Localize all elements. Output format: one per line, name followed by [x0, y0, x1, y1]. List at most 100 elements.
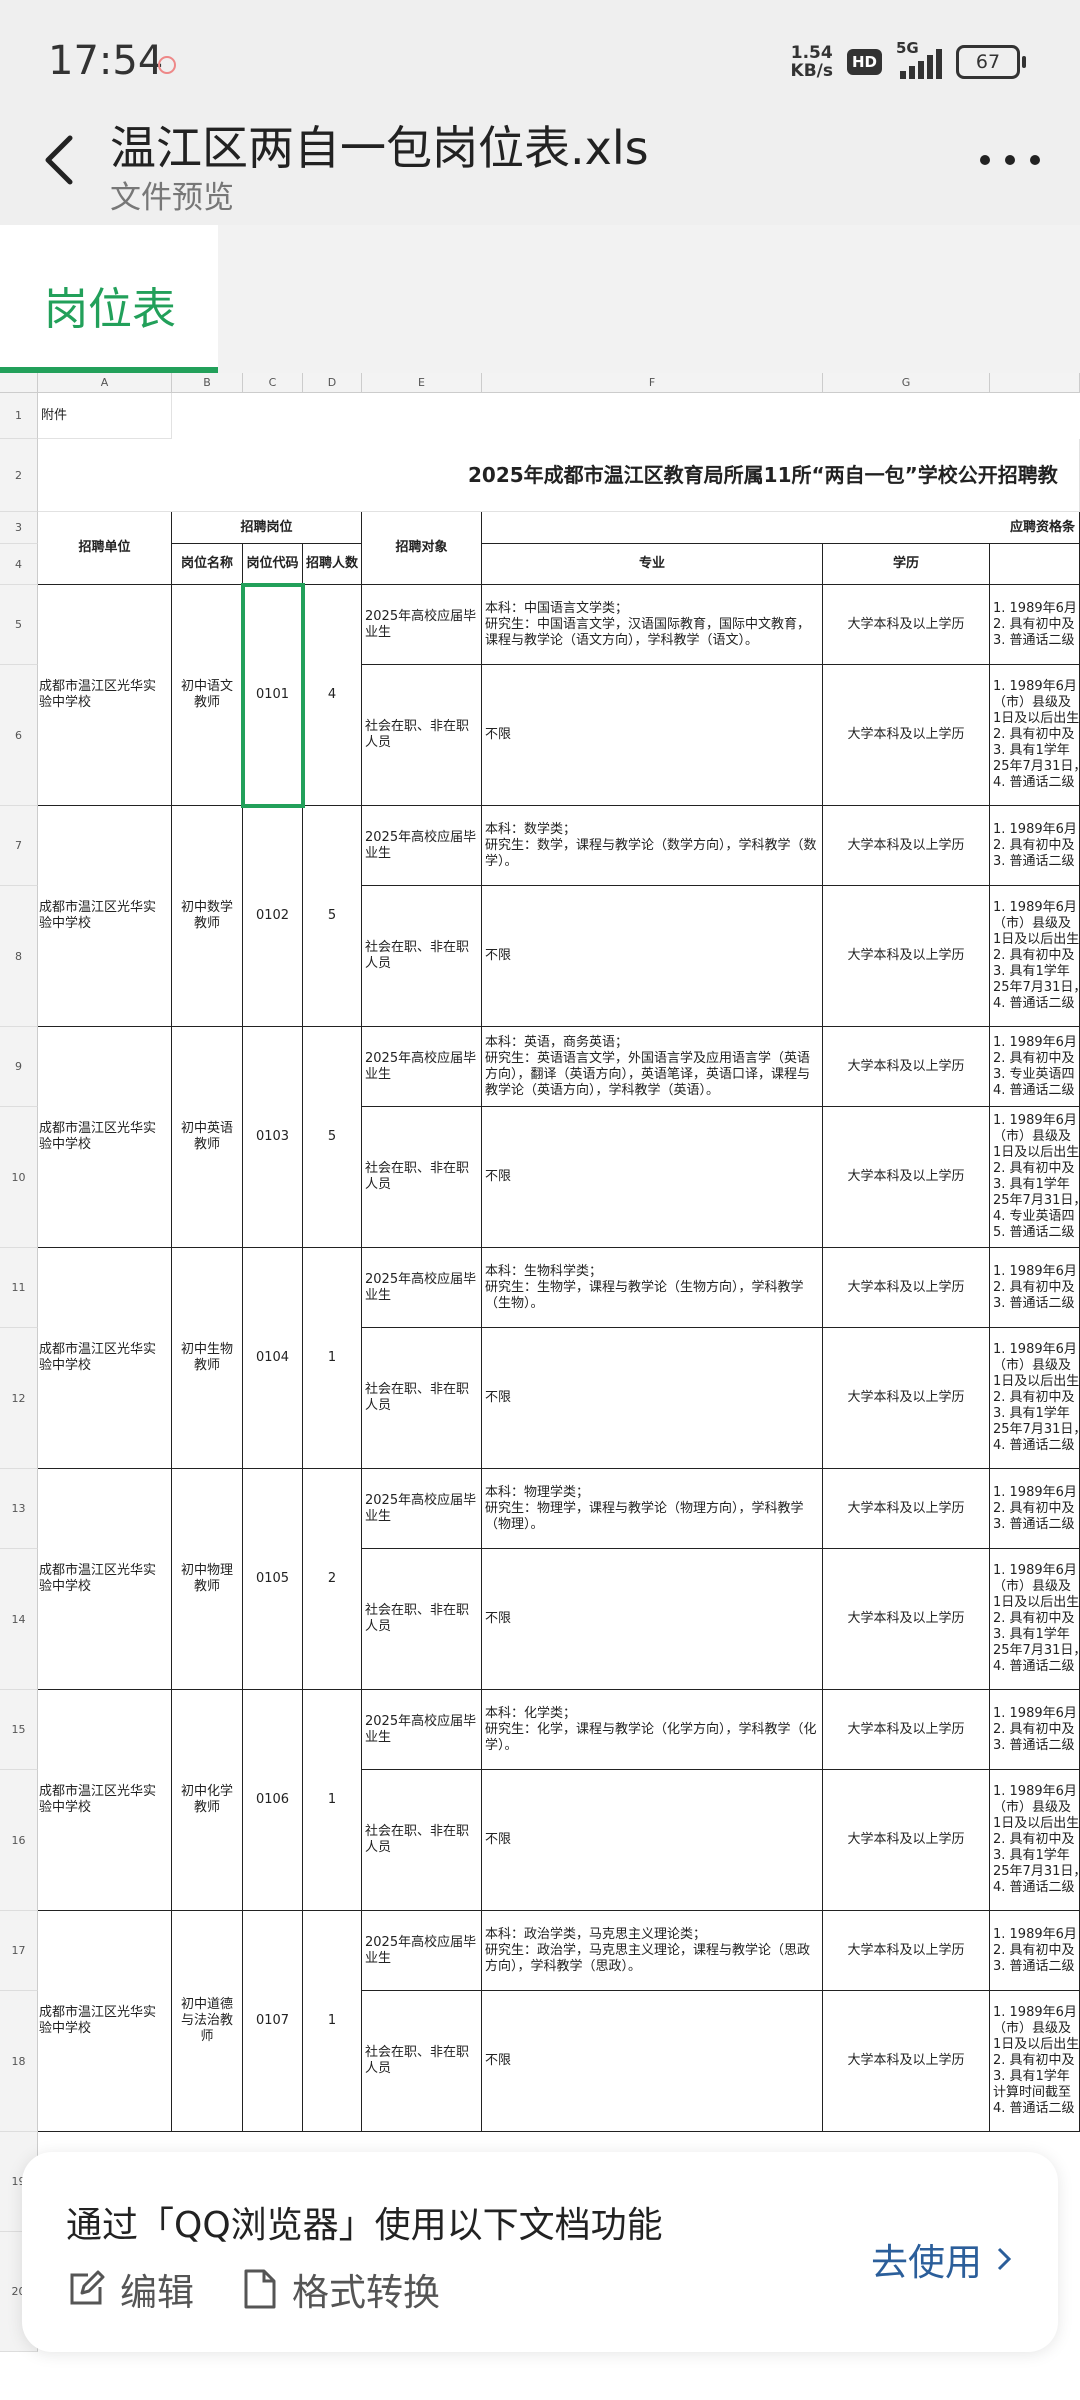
education-cell[interactable]: 大学本科及以上学历: [823, 1027, 990, 1107]
position-code-cell[interactable]: 0106: [243, 1690, 303, 1911]
hiring-count-cell[interactable]: 2: [303, 1469, 362, 1690]
education-cell[interactable]: 大学本科及以上学历: [823, 1690, 990, 1770]
requirements-cell[interactable]: 1. 1989年6月 2. 具有初中及 3. 普通话二级: [990, 1690, 1080, 1770]
position-code-cell[interactable]: 0104: [243, 1248, 303, 1469]
requirements-cell[interactable]: 1. 1989年6月 2. 具有初中及 3. 普通话二级: [990, 806, 1080, 886]
school-cell[interactable]: 成都市温江区光华实验中学校: [38, 1027, 172, 1248]
target-cell[interactable]: 2025年高校应届毕业生: [362, 1248, 482, 1328]
position-name-cell[interactable]: 初中生物教师: [172, 1248, 243, 1469]
sheet-tab[interactable]: 岗位表: [0, 225, 218, 373]
row-header[interactable]: 16: [0, 1770, 38, 1911]
requirements-cell[interactable]: 1. 1989年6月 （市）县级及 1日及以后出生 2. 具有初中及 3. 具有…: [990, 1770, 1080, 1911]
target-cell[interactable]: 2025年高校应届毕业生: [362, 1027, 482, 1107]
header-position[interactable]: 招聘岗位: [172, 512, 362, 544]
go-use-button[interactable]: 去使用: [871, 2232, 1014, 2286]
major-cell[interactable]: 不限: [482, 1549, 823, 1690]
education-cell[interactable]: 大学本科及以上学历: [823, 665, 990, 806]
header-position-code[interactable]: 岗位代码: [243, 544, 303, 585]
header-position-name[interactable]: 岗位名称: [172, 544, 243, 585]
education-cell[interactable]: 大学本科及以上学历: [823, 1911, 990, 1991]
target-cell[interactable]: 社会在职、非在职人员: [362, 1549, 482, 1690]
row-header[interactable]: 8: [0, 886, 38, 1027]
major-cell[interactable]: 不限: [482, 665, 823, 806]
position-name-cell[interactable]: 初中英语教师: [172, 1027, 243, 1248]
back-arrow-icon[interactable]: [36, 130, 86, 190]
row-header[interactable]: 15: [0, 1690, 38, 1770]
education-cell[interactable]: 大学本科及以上学历: [823, 806, 990, 886]
major-cell[interactable]: 本科：物理学类； 研究生：物理学，课程与教学论（物理方向），学科教学（物理）。: [482, 1469, 823, 1549]
requirements-cell[interactable]: 1. 1989年6月 （市）县级及 1日及以后出生 2. 具有初中及 3. 具有…: [990, 1107, 1080, 1248]
header-qualification[interactable]: 应聘资格条: [482, 512, 1080, 544]
school-cell[interactable]: 成都市温江区光华实验中学校: [38, 1911, 172, 2132]
hiring-count-cell[interactable]: 5: [303, 806, 362, 1027]
column-header[interactable]: C: [243, 373, 303, 393]
major-cell[interactable]: 本科：中国语言文学类； 研究生：中国语言文学，汉语国际教育，国际中文教育，课程与…: [482, 585, 823, 665]
edit-button[interactable]: 编辑: [66, 2262, 194, 2316]
sheet-title[interactable]: 2025年成都市温江区教育局所属11所“两自一包”学校公开招聘教: [38, 439, 1080, 512]
row-header[interactable]: 10: [0, 1107, 38, 1248]
major-cell[interactable]: 不限: [482, 1107, 823, 1248]
requirements-cell[interactable]: 1. 1989年6月 （市）县级及 1日及以后出生 2. 具有初中及 3. 具有…: [990, 1549, 1080, 1690]
major-cell[interactable]: 不限: [482, 886, 823, 1027]
target-cell[interactable]: 2025年高校应届毕业生: [362, 585, 482, 665]
position-name-cell[interactable]: 初中物理教师: [172, 1469, 243, 1690]
education-cell[interactable]: 大学本科及以上学历: [823, 1770, 990, 1911]
column-header[interactable]: E: [362, 373, 482, 393]
education-cell[interactable]: 大学本科及以上学历: [823, 1549, 990, 1690]
position-name-cell[interactable]: 初中化学教师: [172, 1690, 243, 1911]
target-cell[interactable]: 社会在职、非在职人员: [362, 665, 482, 806]
header-education[interactable]: 学历: [823, 544, 990, 585]
column-header[interactable]: G: [823, 373, 990, 393]
row-header[interactable]: 9: [0, 1027, 38, 1107]
education-cell[interactable]: 大学本科及以上学历: [823, 1107, 990, 1248]
major-cell[interactable]: 本科：政治学类，马克思主义理论类； 研究生：政治学，马克思主义理论，课程与教学论…: [482, 1911, 823, 1991]
major-cell[interactable]: 本科：化学类； 研究生：化学，课程与教学论（化学方向），学科教学（化学）。: [482, 1690, 823, 1770]
major-cell[interactable]: 不限: [482, 1328, 823, 1469]
row-header[interactable]: 2: [0, 439, 38, 512]
header-target[interactable]: 招聘对象: [362, 512, 482, 585]
target-cell[interactable]: 2025年高校应届毕业生: [362, 806, 482, 886]
target-cell[interactable]: 2025年高校应届毕业生: [362, 1469, 482, 1549]
hiring-count-cell[interactable]: 1: [303, 1248, 362, 1469]
row-header[interactable]: 18: [0, 1991, 38, 2132]
education-cell[interactable]: 大学本科及以上学历: [823, 1991, 990, 2132]
position-code-cell[interactable]: 0101: [243, 585, 303, 806]
column-header[interactable]: A: [38, 373, 172, 393]
column-header[interactable]: [990, 373, 1080, 393]
target-cell[interactable]: 社会在职、非在职人员: [362, 1107, 482, 1248]
position-code-cell[interactable]: 0107: [243, 1911, 303, 2132]
hiring-count-cell[interactable]: 4: [303, 585, 362, 806]
row-header[interactable]: 5: [0, 585, 38, 665]
target-cell[interactable]: 社会在职、非在职人员: [362, 1991, 482, 2132]
row-header[interactable]: 4: [0, 544, 38, 585]
more-options-icon[interactable]: [980, 150, 1040, 170]
school-cell[interactable]: 成都市温江区光华实验中学校: [38, 1248, 172, 1469]
target-cell[interactable]: 社会在职、非在职人员: [362, 1770, 482, 1911]
requirements-cell[interactable]: 1. 1989年6月 2. 具有初中及 3. 普通话二级: [990, 585, 1080, 665]
row-header[interactable]: 12: [0, 1328, 38, 1469]
column-header[interactable]: F: [482, 373, 823, 393]
school-cell[interactable]: 成都市温江区光华实验中学校: [38, 1690, 172, 1911]
education-cell[interactable]: 大学本科及以上学历: [823, 585, 990, 665]
position-code-cell[interactable]: 0105: [243, 1469, 303, 1690]
position-name-cell[interactable]: 初中数学教师: [172, 806, 243, 1027]
hiring-count-cell[interactable]: 5: [303, 1027, 362, 1248]
requirements-cell[interactable]: 1. 1989年6月 （市）县级及 1日及以后出生 2. 具有初中及 3. 具有…: [990, 886, 1080, 1027]
education-cell[interactable]: 大学本科及以上学历: [823, 1248, 990, 1328]
education-cell[interactable]: 大学本科及以上学历: [823, 1328, 990, 1469]
attachment-label[interactable]: 附件: [38, 393, 172, 439]
education-cell[interactable]: 大学本科及以上学历: [823, 1469, 990, 1549]
requirements-cell[interactable]: 1. 1989年6月 2. 具有初中及 3. 普通话二级: [990, 1911, 1080, 1991]
requirements-cell[interactable]: 1. 1989年6月 （市）县级及 1日及以后出生 2. 具有初中及 3. 具有…: [990, 665, 1080, 806]
row-header[interactable]: 7: [0, 806, 38, 886]
target-cell[interactable]: 2025年高校应届毕业生: [362, 1690, 482, 1770]
requirements-cell[interactable]: 1. 1989年6月 2. 具有初中及 3. 专业英语四 4. 普通话二级: [990, 1027, 1080, 1107]
requirements-cell[interactable]: 1. 1989年6月 （市）县级及 1日及以后出生 2. 具有初中及 3. 具有…: [990, 1328, 1080, 1469]
school-cell[interactable]: 成都市温江区光华实验中学校: [38, 585, 172, 806]
row-header[interactable]: 14: [0, 1549, 38, 1690]
position-code-cell[interactable]: 0103: [243, 1027, 303, 1248]
header-requirements[interactable]: [990, 544, 1080, 585]
education-cell[interactable]: 大学本科及以上学历: [823, 886, 990, 1027]
column-header[interactable]: D: [303, 373, 362, 393]
target-cell[interactable]: 社会在职、非在职人员: [362, 1328, 482, 1469]
